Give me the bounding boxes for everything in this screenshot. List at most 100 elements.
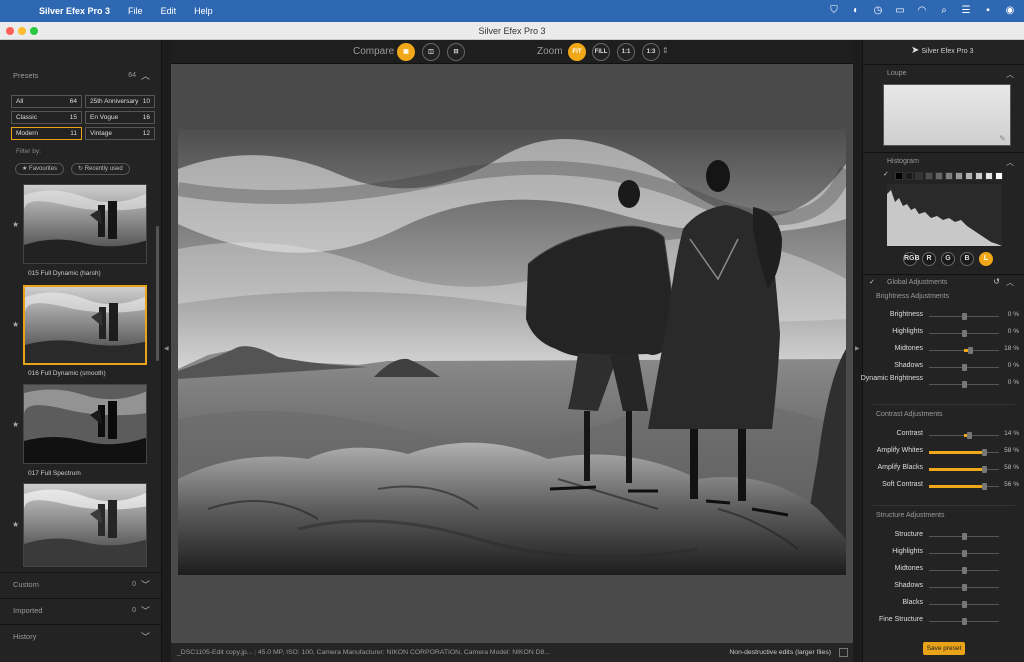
slider-knob[interactable] xyxy=(967,432,972,439)
slider-knob[interactable] xyxy=(962,330,967,337)
search-icon[interactable]: ⌕ xyxy=(938,5,950,17)
slider-track[interactable] xyxy=(929,553,999,554)
brightness-slider[interactable]: Midtones18 % xyxy=(863,342,1024,358)
tone-swatch[interactable] xyxy=(985,172,993,180)
slider-track[interactable] xyxy=(929,604,999,605)
preset-category-classic[interactable]: Classic15 xyxy=(11,111,82,124)
preset-category-vintage[interactable]: Vintage12 xyxy=(85,127,155,140)
slider-knob[interactable] xyxy=(962,313,967,320)
preset-category-en-vogue[interactable]: En Vogue16 xyxy=(85,111,155,124)
structure-slider[interactable]: Blacks xyxy=(863,596,1024,612)
menu-app-name[interactable]: Silver Efex Pro 3 xyxy=(39,6,110,16)
slider-knob[interactable] xyxy=(962,601,967,608)
loupe-header[interactable]: Loupe xyxy=(863,70,1024,77)
preset-category-modern[interactable]: Modern11 xyxy=(11,127,82,140)
slider-knob[interactable] xyxy=(968,347,973,354)
chevron-down-icon[interactable]: ﹀ xyxy=(141,626,150,648)
preset-thumbnail[interactable] xyxy=(23,483,147,567)
save-preset-button[interactable]: Save preset xyxy=(923,642,965,655)
control-center-icon[interactable]: ☰ xyxy=(960,5,972,17)
structure-slider[interactable]: Structure xyxy=(863,528,1024,544)
slider-track[interactable] xyxy=(929,452,999,453)
slider-knob[interactable] xyxy=(962,364,967,371)
zoom-1-3-button[interactable]: 1:3 xyxy=(642,43,660,61)
compare-side-by-side-icon[interactable]: ◫ xyxy=(422,43,440,61)
imported-header[interactable]: Imported 0 ﹀ xyxy=(0,600,162,622)
pin-icon[interactable]: ✎ xyxy=(999,134,1006,143)
menu-edit[interactable]: Edit xyxy=(161,6,177,16)
presets-scrollbar[interactable] xyxy=(156,226,159,361)
tone-swatch[interactable] xyxy=(975,172,983,180)
slider-track[interactable] xyxy=(929,621,999,622)
star-icon[interactable]: ★ xyxy=(12,420,19,429)
slider-track[interactable] xyxy=(929,536,999,537)
left-panel-collapse-handle[interactable]: ◀ xyxy=(162,40,171,662)
slider-track[interactable] xyxy=(929,486,999,487)
preset-thumbnail[interactable] xyxy=(23,184,147,264)
preset-category-25th[interactable]: 25th Anniversary10 xyxy=(85,95,155,108)
brightness-slider[interactable]: Brightness0 % xyxy=(863,308,1024,324)
tone-swatch[interactable] xyxy=(945,172,953,180)
slider-track[interactable] xyxy=(929,333,999,334)
structure-slider[interactable]: Highlights xyxy=(863,545,1024,561)
slider-track[interactable] xyxy=(929,435,999,436)
tone-swatch[interactable] xyxy=(905,172,913,180)
history-header[interactable]: History ﹀ xyxy=(0,626,162,648)
presets-header[interactable]: Presets 64 ︿ xyxy=(0,65,162,87)
slider-knob[interactable] xyxy=(962,381,967,388)
wifi-icon[interactable]: ◠ xyxy=(916,5,928,17)
compare-split-icon[interactable]: ▣ xyxy=(397,43,415,61)
slider-knob[interactable] xyxy=(962,567,967,574)
slider-track[interactable] xyxy=(929,469,999,470)
nondestructive-checkbox[interactable] xyxy=(839,648,848,657)
brightness-slider[interactable]: Shadows0 % xyxy=(863,359,1024,375)
loupe-view[interactable]: ✎ xyxy=(883,84,1011,146)
chevron-up-icon[interactable]: ︿ xyxy=(1006,157,1014,168)
slider-track[interactable] xyxy=(929,587,999,588)
structure-slider[interactable]: Fine Structure xyxy=(863,613,1024,629)
compare-stacked-icon[interactable]: ⊟ xyxy=(447,43,465,61)
histogram-rgb-button[interactable]: RGB xyxy=(903,252,917,266)
structure-slider[interactable]: Shadows xyxy=(863,579,1024,595)
menu-file[interactable]: File xyxy=(128,6,143,16)
preset-thumbnail-selected[interactable] xyxy=(23,285,147,365)
tone-swatch[interactable] xyxy=(955,172,963,180)
contrast-slider[interactable]: Amplify Whites58 % xyxy=(863,444,1024,460)
histogram-l-button[interactable]: L xyxy=(979,252,993,266)
tone-swatch[interactable] xyxy=(895,172,903,180)
tone-swatch[interactable] xyxy=(995,172,1003,180)
menu-help[interactable]: Help xyxy=(194,6,213,16)
slider-knob[interactable] xyxy=(962,533,967,540)
flag-icon[interactable]: ▪ xyxy=(982,5,994,17)
slider-knob[interactable] xyxy=(962,550,967,557)
histogram-g-button[interactable]: G xyxy=(941,252,955,266)
time-machine-icon[interactable]: ◷ xyxy=(872,5,884,17)
chevron-down-icon[interactable]: ﹀ xyxy=(141,600,150,622)
clipping-check-icon[interactable]: ✓ xyxy=(883,170,889,178)
contrast-slider[interactable]: Contrast14 % xyxy=(863,427,1024,443)
tone-swatch[interactable] xyxy=(935,172,943,180)
filter-favourites-chip[interactable]: ★ Favourites xyxy=(15,163,64,175)
slider-knob[interactable] xyxy=(962,618,967,625)
structure-slider[interactable]: Midtones xyxy=(863,562,1024,578)
zoom-stepper-icon[interactable]: ⇕ xyxy=(662,46,669,55)
minimize-window-button[interactable] xyxy=(18,27,26,35)
close-window-button[interactable] xyxy=(6,27,14,35)
slider-knob[interactable] xyxy=(962,584,967,591)
chevron-down-icon[interactable]: ﹀ xyxy=(141,574,150,596)
reset-icon[interactable]: ↺ xyxy=(993,277,1000,286)
tone-swatch[interactable] xyxy=(915,172,923,180)
slider-track[interactable] xyxy=(929,316,999,317)
battery-icon[interactable]: ▭ xyxy=(894,5,906,17)
chevron-up-icon[interactable]: ︿ xyxy=(141,65,150,87)
photo-preview[interactable] xyxy=(178,129,846,575)
zoom-fill-button[interactable]: FILL xyxy=(592,43,610,61)
brightness-slider[interactable]: Highlights0 % xyxy=(863,325,1024,341)
shield-icon[interactable]: ⛉ xyxy=(828,5,840,17)
star-icon[interactable]: ★ xyxy=(12,520,19,529)
preset-category-all[interactable]: All64 xyxy=(11,95,82,108)
chevron-up-icon[interactable]: ︿ xyxy=(1006,277,1014,288)
star-icon[interactable]: ★ xyxy=(12,320,19,329)
preset-thumbnail[interactable] xyxy=(23,384,147,464)
filter-recent-chip[interactable]: ↻ Recently used xyxy=(71,163,130,175)
